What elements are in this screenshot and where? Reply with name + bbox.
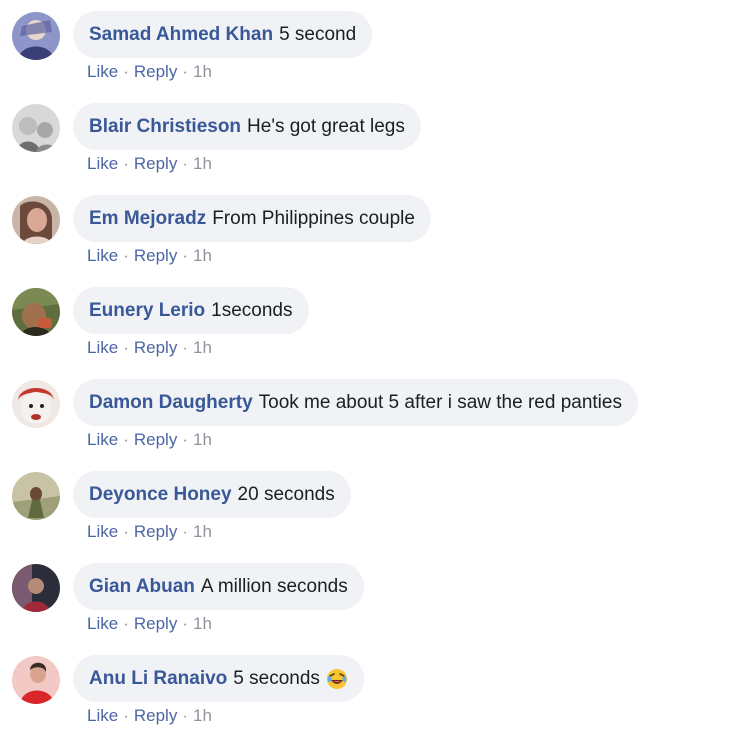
comment-text: 1seconds xyxy=(211,299,293,321)
comment-author[interactable]: Damon Daugherty xyxy=(89,392,253,414)
separator-dot: · xyxy=(182,154,188,173)
comment-author[interactable]: Em Mejoradz xyxy=(89,208,206,230)
separator-dot: · xyxy=(182,430,188,449)
comment-actions: Like · Reply · 1h xyxy=(87,430,212,450)
avatar[interactable] xyxy=(12,12,60,60)
avatar[interactable] xyxy=(12,564,60,612)
comment-item: Samad Ahmed Khan 5 second Like · Reply · 1h xyxy=(0,0,750,92)
separator-dot: · xyxy=(182,522,188,541)
reply-link[interactable]: Reply xyxy=(134,430,177,449)
comment-actions: Like · Reply · 1h xyxy=(87,154,212,174)
comment-item: Eunery Lerio 1seconds Like · Reply · 1h xyxy=(0,276,750,368)
comment-actions: Like · Reply · 1h xyxy=(87,522,212,542)
comment-bubble: Deyonce Honey 20 seconds xyxy=(73,471,351,518)
reply-link[interactable]: Reply xyxy=(134,154,177,173)
comment-actions: Like · Reply · 1h xyxy=(87,614,212,634)
comment-timestamp[interactable]: 1h xyxy=(193,430,212,449)
separator-dot: · xyxy=(123,430,129,449)
like-link[interactable]: Like xyxy=(87,522,118,541)
comment-timestamp[interactable]: 1h xyxy=(193,62,212,81)
separator-dot: · xyxy=(123,154,129,173)
separator-dot: · xyxy=(182,246,188,265)
separator-dot: · xyxy=(123,706,129,725)
comment-text: From Philippines couple xyxy=(212,207,415,229)
like-link[interactable]: Like xyxy=(87,246,118,265)
comment-timestamp[interactable]: 1h xyxy=(193,522,212,541)
separator-dot: · xyxy=(182,706,188,725)
comment-actions: Like · Reply · 1h xyxy=(87,62,212,82)
comment-text: 5 seconds xyxy=(233,667,320,689)
avatar[interactable] xyxy=(12,472,60,520)
comment-text: A million seconds xyxy=(200,575,348,597)
comment-author[interactable]: Anu Li Ranaivo xyxy=(89,668,227,690)
comment-author[interactable]: Samad Ahmed Khan xyxy=(89,24,273,46)
comment-timestamp[interactable]: 1h xyxy=(193,154,212,173)
separator-dot: · xyxy=(123,62,129,81)
comment-actions: Like · Reply · 1h xyxy=(87,706,212,726)
avatar[interactable] xyxy=(12,196,60,244)
like-link[interactable]: Like xyxy=(87,154,118,173)
avatar[interactable] xyxy=(12,656,60,704)
separator-dot: · xyxy=(123,246,129,265)
comment-bubble: Samad Ahmed Khan 5 second xyxy=(73,11,373,58)
reply-link[interactable]: Reply xyxy=(134,522,177,541)
avatar[interactable] xyxy=(12,288,60,336)
like-link[interactable]: Like xyxy=(87,614,118,633)
comment-text: 5 second xyxy=(279,23,357,45)
comment-timestamp[interactable]: 1h xyxy=(193,614,212,633)
comment-bubble: Damon Daugherty Took me about 5 after i … xyxy=(73,379,638,426)
comment-author[interactable]: Blair Christieson xyxy=(89,116,241,138)
reply-link[interactable]: Reply xyxy=(134,246,177,265)
comment-text: He's got great legs xyxy=(247,115,405,137)
comment-timestamp[interactable]: 1h xyxy=(193,338,212,357)
reply-link[interactable]: Reply xyxy=(134,614,177,633)
comment-bubble: Em Mejoradz From Philippines couple xyxy=(73,195,431,242)
reply-link[interactable]: Reply xyxy=(134,338,177,357)
like-link[interactable]: Like xyxy=(87,62,118,81)
separator-dot: · xyxy=(123,338,129,357)
comment-author[interactable]: Deyonce Honey xyxy=(89,484,232,506)
comment-bubble: Eunery Lerio 1seconds xyxy=(73,287,309,334)
comment-item: Deyonce Honey 20 seconds Like · Reply · 1h xyxy=(0,460,750,552)
comment-item: Damon Daugherty Took me about 5 after i … xyxy=(0,368,750,460)
comment-actions: Like · Reply · 1h xyxy=(87,338,212,358)
separator-dot: · xyxy=(123,614,129,633)
comment-author[interactable]: Gian Abuan xyxy=(89,576,195,598)
reply-link[interactable]: Reply xyxy=(134,62,177,81)
avatar[interactable] xyxy=(12,380,60,428)
comment-timestamp[interactable]: 1h xyxy=(193,246,212,265)
comment-bubble: Anu Li Ranaivo 5 seconds xyxy=(73,655,364,702)
like-link[interactable]: Like xyxy=(87,706,118,725)
comment-item: Em Mejoradz From Philippines couple Like… xyxy=(0,184,750,276)
separator-dot: · xyxy=(182,62,188,81)
like-link[interactable]: Like xyxy=(87,430,118,449)
comment-item: Gian Abuan A million seconds Like · Reply ·… xyxy=(0,552,750,644)
comment-bubble: Blair Christieson He's got great legs xyxy=(73,103,421,150)
separator-dot: · xyxy=(123,522,129,541)
comment-text: 20 seconds xyxy=(237,483,335,505)
comment-item: Anu Li Ranaivo 5 seconds Like · Reply · 1h xyxy=(0,644,750,736)
avatar[interactable] xyxy=(12,104,60,152)
comment-item: Blair Christieson He's got great legs Li… xyxy=(0,92,750,184)
comment-author[interactable]: Eunery Lerio xyxy=(89,300,205,322)
separator-dot: · xyxy=(182,614,188,633)
separator-dot: · xyxy=(182,338,188,357)
reply-link[interactable]: Reply xyxy=(134,706,177,725)
comment-bubble: Gian Abuan A million seconds xyxy=(73,563,364,610)
like-link[interactable]: Like xyxy=(87,338,118,357)
laughing-emoji-icon xyxy=(326,668,348,690)
comment-actions: Like · Reply · 1h xyxy=(87,246,212,266)
comment-timestamp[interactable]: 1h xyxy=(193,706,212,725)
comment-text: Took me about 5 after i saw the red pant… xyxy=(258,391,622,413)
